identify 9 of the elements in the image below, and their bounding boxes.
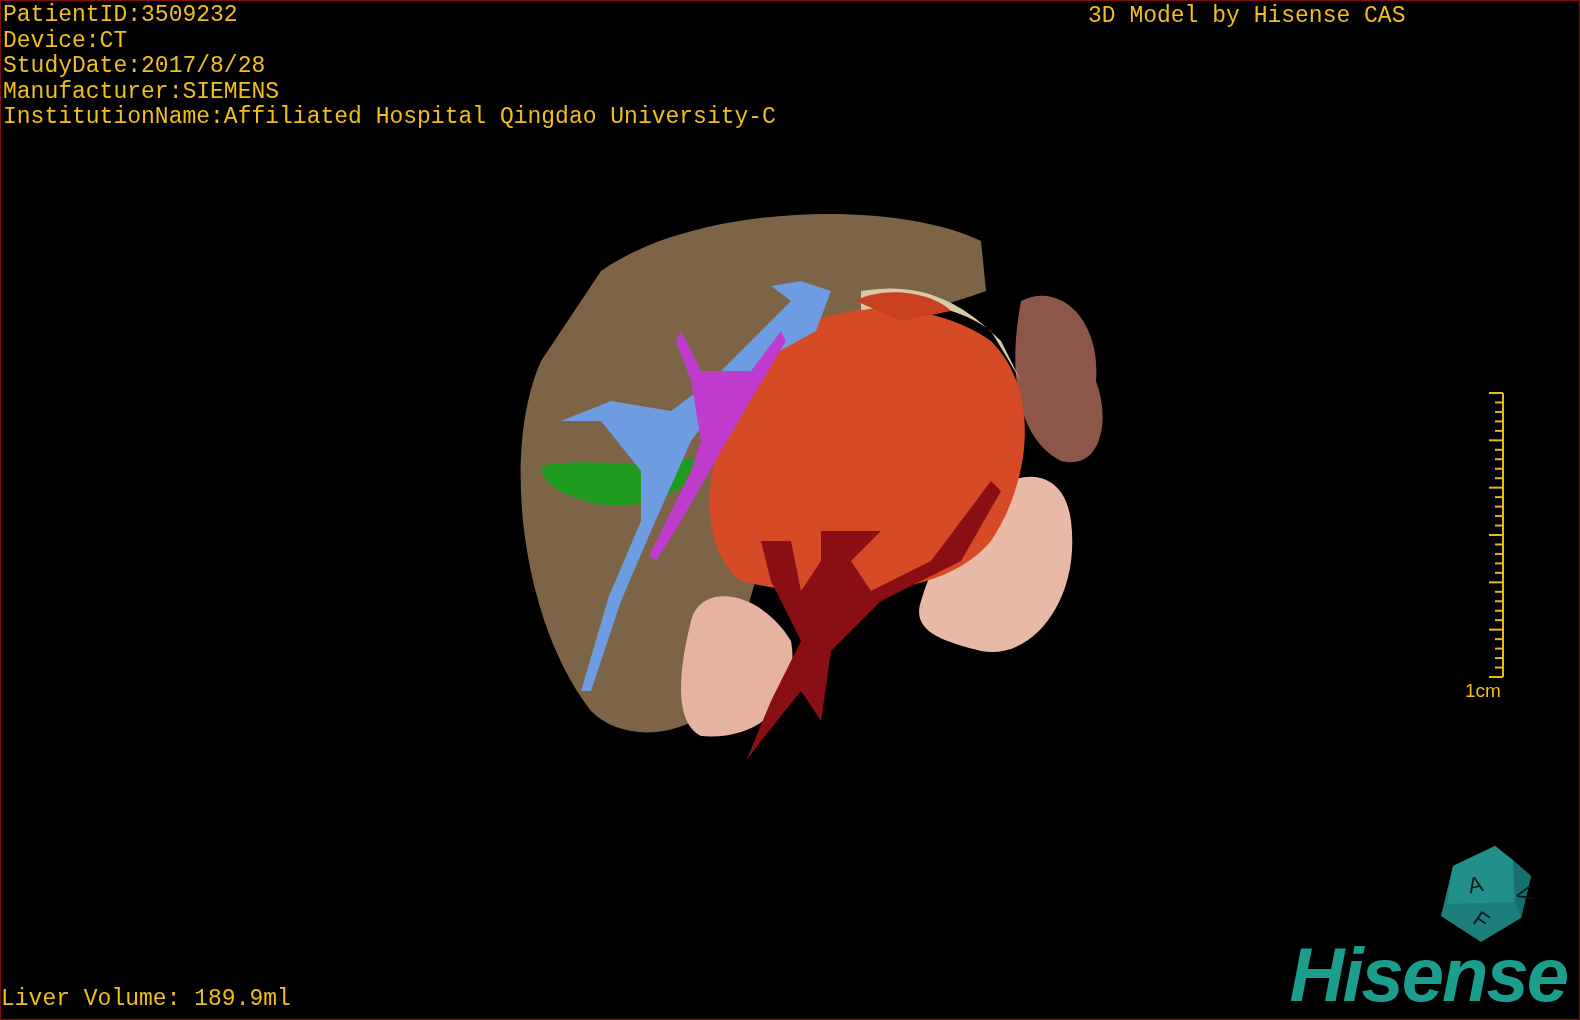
brand-logo: Hisense [1289,935,1568,1015]
info-text: PatientID:3509232 [3,3,239,29]
info-text: Manufacturer:SIEMENS [3,79,281,105]
info-text: Device:CT [3,28,129,54]
info-text: StudyDate:2017/8/28 [3,54,267,80]
scale-label: 1cm [1465,680,1501,702]
viewer-title: 3D Model by Hisense CAS [1088,3,1406,29]
volume-text: Liver Volume: 189.9ml [1,986,291,1012]
info-text: InstitutionName:Affiliated Hospital Qingdao University-C [3,105,776,131]
